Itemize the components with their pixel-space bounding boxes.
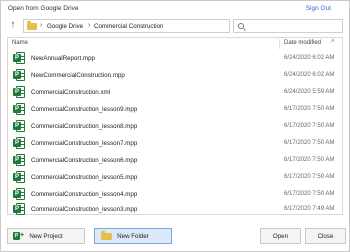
file-date: 6/17/2020 7:50 AM bbox=[284, 123, 335, 129]
file-date: 6/17/2020 7:49 AM bbox=[284, 206, 335, 212]
new-project-label: New Project bbox=[29, 232, 63, 240]
chevron-right-icon: › bbox=[88, 22, 91, 29]
file-name: NewAnnualReport.mpp bbox=[31, 55, 95, 62]
file-row[interactable]: P CommercialConstruction_lesson6.mpp 6/1… bbox=[8, 152, 342, 168]
project-file-icon: P bbox=[13, 52, 25, 64]
project-file-icon: P bbox=[13, 137, 25, 149]
title-bar: Open from Google Drive Sign Out bbox=[1, 1, 349, 16]
file-date: 6/17/2020 7:50 AM bbox=[284, 106, 335, 112]
file-name: CommercialConstruction.xml bbox=[31, 89, 111, 96]
file-row[interactable]: P NewAnnualReport.mpp 6/24/2020 6:02 AM bbox=[8, 50, 342, 66]
column-date-header[interactable]: Date modified bbox=[284, 40, 321, 46]
dialog-title: Open from Google Drive bbox=[8, 5, 79, 12]
column-name-header[interactable]: Name bbox=[12, 40, 28, 46]
open-label: Open bbox=[272, 232, 289, 240]
file-name: CommercialConstruction_lesson3.mpp bbox=[31, 206, 138, 213]
sign-out-link[interactable]: Sign Out bbox=[306, 5, 331, 12]
file-row[interactable]: P CommercialConstruction_lesson4.mpp 6/1… bbox=[8, 186, 342, 202]
project-file-icon: P bbox=[13, 171, 25, 183]
new-folder-label: New Folder bbox=[117, 232, 149, 240]
file-name: CommercialConstruction_lesson9.mpp bbox=[31, 106, 138, 113]
file-date: 6/24/2020 5:59 AM bbox=[284, 89, 335, 95]
file-date: 6/24/2020 6:02 AM bbox=[284, 72, 335, 78]
close-button[interactable]: Close bbox=[305, 228, 346, 244]
breadcrumb[interactable]: › Google Drive › Commercial Construction… bbox=[23, 19, 251, 33]
project-file-icon: P bbox=[13, 86, 25, 98]
file-row[interactable]: P CommercialConstruction_lesson8.mpp 6/1… bbox=[8, 118, 342, 134]
project-file-icon: P bbox=[13, 69, 25, 81]
breadcrumb-item-google-drive[interactable]: Google Drive bbox=[47, 23, 83, 30]
open-dialog: Open from Google Drive Sign Out 🠑 › Goog… bbox=[0, 0, 350, 252]
search-input[interactable] bbox=[233, 19, 343, 33]
project-file-icon: P bbox=[13, 203, 25, 215]
file-list[interactable]: Name Date modified ˄ P NewAnnualReport.m… bbox=[7, 37, 343, 215]
file-name: CommercialConstruction_lesson5.mpp bbox=[31, 174, 138, 181]
new-project-button[interactable]: P + New Project bbox=[7, 228, 85, 244]
navigation-bar: 🠑 › Google Drive › Commercial Constructi… bbox=[1, 16, 349, 36]
new-folder-icon bbox=[101, 231, 112, 240]
project-file-icon: P bbox=[13, 103, 25, 115]
file-row[interactable]: P CommercialConstruction.xml 6/24/2020 5… bbox=[8, 84, 342, 100]
file-date: 6/17/2020 7:50 AM bbox=[284, 157, 335, 163]
file-date: 6/17/2020 7:50 AM bbox=[284, 191, 335, 197]
close-label: Close bbox=[317, 232, 334, 240]
column-divider[interactable] bbox=[279, 39, 280, 49]
project-file-icon: P bbox=[13, 154, 25, 166]
column-header: Name Date modified ˄ bbox=[8, 38, 342, 49]
file-row[interactable]: P NewCommercialConstruction.mpp 6/24/202… bbox=[8, 67, 342, 83]
new-project-icon: P + bbox=[13, 232, 25, 240]
arrow-up-icon[interactable]: 🠑 bbox=[7, 19, 19, 32]
file-name: NewCommercialConstruction.mpp bbox=[31, 72, 125, 79]
project-file-icon: P bbox=[13, 188, 25, 200]
file-name: CommercialConstruction_lesson6.mpp bbox=[31, 157, 138, 164]
file-name: CommercialConstruction_lesson8.mpp bbox=[31, 123, 138, 130]
project-file-icon: P bbox=[13, 120, 25, 132]
file-row[interactable]: P CommercialConstruction_lesson9.mpp 6/1… bbox=[8, 101, 342, 117]
open-button[interactable]: Open bbox=[260, 228, 301, 244]
search-icon bbox=[238, 23, 244, 29]
file-name: CommercialConstruction_lesson7.mpp bbox=[31, 140, 138, 147]
file-row[interactable]: P CommercialConstruction_lesson7.mpp 6/1… bbox=[8, 135, 342, 151]
sort-ascending-icon: ˄ bbox=[331, 39, 335, 45]
chevron-right-icon: › bbox=[40, 22, 43, 29]
file-row[interactable]: P CommercialConstruction_lesson3.mpp 6/1… bbox=[8, 201, 342, 215]
dialog-footer: P + New Project New Folder Open Close bbox=[1, 223, 349, 251]
file-name: CommercialConstruction_lesson4.mpp bbox=[31, 191, 138, 198]
breadcrumb-item-commercial-construction[interactable]: Commercial Construction bbox=[94, 23, 163, 30]
folder-icon bbox=[27, 21, 37, 30]
file-date: 6/17/2020 7:50 AM bbox=[284, 140, 335, 146]
file-row[interactable]: P CommercialConstruction_lesson5.mpp 6/1… bbox=[8, 169, 342, 185]
file-date: 6/17/2020 7:50 AM bbox=[284, 174, 335, 180]
new-folder-button[interactable]: New Folder bbox=[94, 228, 172, 244]
file-date: 6/24/2020 6:02 AM bbox=[284, 55, 335, 61]
